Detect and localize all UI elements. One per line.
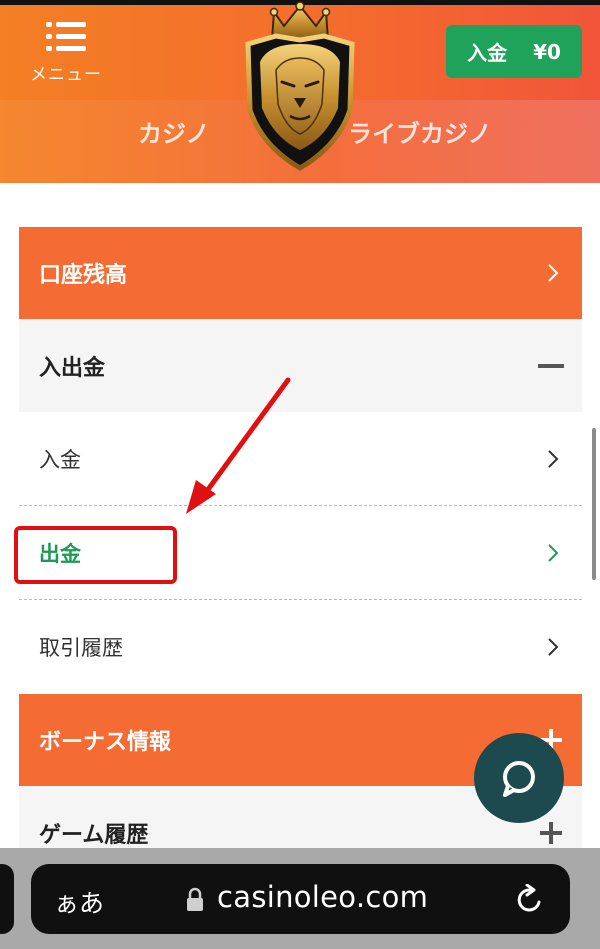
menu-section-deposit-withdrawal[interactable]: 入出金 (19, 319, 582, 412)
menu-section-label: 入出金 (39, 355, 106, 381)
menu-item-label: 口座残高 (39, 263, 128, 288)
chevron-right-icon (548, 543, 559, 562)
annotation-highlight-box (14, 526, 177, 584)
menu-label: メニュー (30, 65, 102, 85)
deposit-button[interactable]: 入金 ¥0 (446, 25, 582, 78)
minus-icon (538, 363, 564, 368)
address-bar[interactable]: ぁあ casinoleo.com (31, 864, 570, 934)
tab-edge[interactable] (0, 864, 14, 934)
browser-toolbar: ぁあ casinoleo.com (0, 848, 600, 949)
scrollbar[interactable] (592, 428, 596, 580)
menu-section-label: ゲーム履歴 (39, 822, 149, 848)
page: メニュー カジノ ライブカジノ 入金 ¥0 口座残高 入出金 入金 出金 取引履… (0, 0, 600, 949)
chat-button[interactable] (474, 733, 564, 823)
chevron-right-icon (548, 449, 559, 468)
menu-item-account-balance[interactable]: 口座残高 (19, 227, 582, 319)
deposit-label: 入金 (467, 41, 508, 65)
url-text: casinoleo.com (217, 880, 429, 914)
submenu-item-deposit[interactable]: 入金 (19, 412, 582, 506)
lion-logo[interactable] (238, 0, 362, 172)
text-size-button[interactable]: ぁあ (54, 884, 104, 920)
hamburger-menu-icon (46, 22, 86, 52)
site-header: メニュー カジノ ライブカジノ 入金 ¥0 (0, 0, 600, 183)
lock-icon (187, 887, 203, 911)
menu-button[interactable]: メニュー (24, 16, 108, 88)
reload-icon[interactable] (515, 884, 545, 916)
chevron-right-icon (548, 264, 559, 282)
submenu-item-transaction-history[interactable]: 取引履歴 (19, 600, 582, 694)
nav-live-casino[interactable]: ライブカジノ (348, 114, 492, 160)
nav-casino[interactable]: カジノ (138, 114, 210, 160)
submenu-item-label: 入金 (39, 447, 81, 472)
balance-amount: ¥0 (533, 39, 561, 64)
chat-bubble-icon (503, 761, 535, 797)
submenu-item-label: 取引履歴 (39, 636, 123, 660)
plus-icon (540, 821, 562, 844)
menu-section-label: ボーナス情報 (39, 730, 172, 755)
chevron-right-icon (548, 638, 559, 656)
